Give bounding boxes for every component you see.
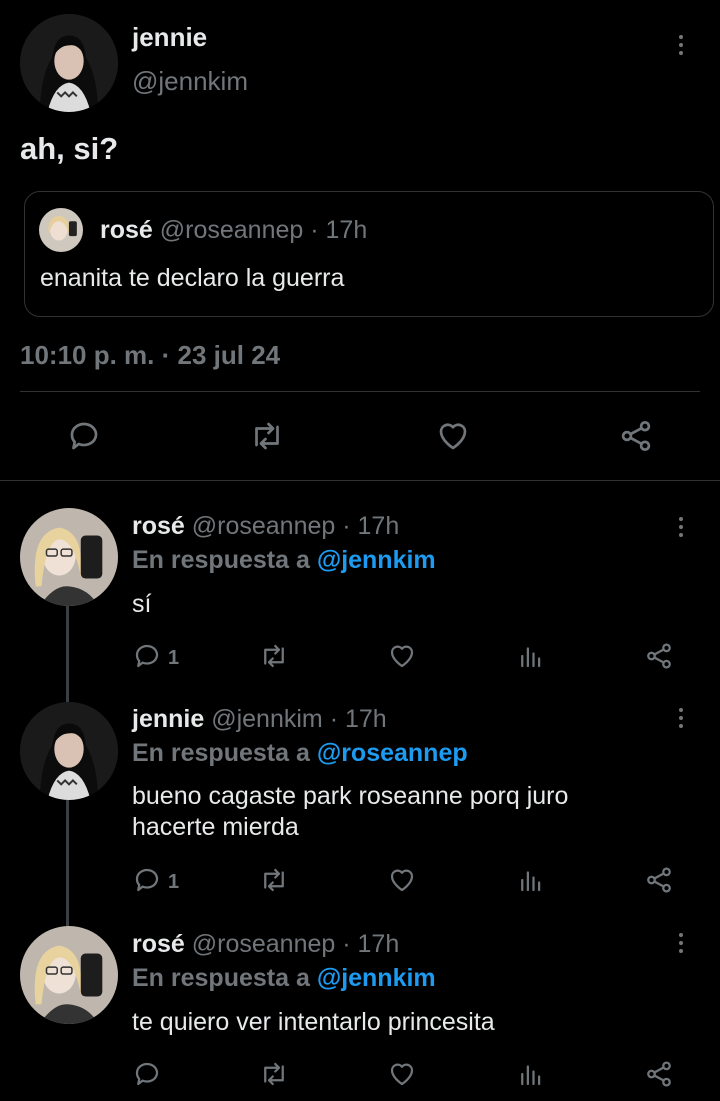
more-icon[interactable] [675,515,687,539]
quote-time: · 17h [310,216,368,244]
reply2-time: · 17h [329,705,387,733]
more-icon[interactable] [675,706,687,730]
reply2-text-line2: hacerte mierda [132,813,299,841]
thread-line [66,606,69,702]
retweet-icon[interactable] [258,641,290,671]
main-author-handle[interactable]: @jennkim [132,66,248,97]
views-icon[interactable] [516,641,546,671]
reply3-reply-prefix: En respuesta a [132,964,310,992]
reply1-author-name[interactable]: rosé [132,512,185,540]
reply2-reply-prefix: En respuesta a [132,739,310,767]
main-tweet-text: ah, si? [20,131,119,166]
avatar-rose[interactable] [20,926,118,1024]
more-icon[interactable] [675,931,687,955]
quote-avatar-rose [39,208,83,252]
reply3-author-handle[interactable]: @roseannep [192,930,336,958]
avatar-jennie[interactable] [20,14,118,112]
retweet-icon[interactable] [248,418,286,454]
avatar-rose[interactable] [20,508,118,606]
reply3-author-name[interactable]: rosé [132,930,185,958]
share-icon[interactable] [644,641,674,671]
reply-icon[interactable] [66,418,102,454]
more-icon[interactable] [675,33,687,57]
reply1-text: sí [132,590,152,618]
views-icon[interactable] [516,865,546,895]
reply2-text-line1: bueno cagaste park roseanne porq juro [132,782,569,810]
avatar-jennie[interactable] [20,702,118,800]
thread-line [66,800,69,926]
reply3-text: te quiero ver intentarlo princesita [132,1008,495,1036]
reply1-reply-prefix: En respuesta a [132,546,310,574]
share-icon[interactable] [644,865,674,895]
quote-author-handle: @roseannep [159,216,304,244]
reply1-author-handle[interactable]: @roseannep [192,512,336,540]
share-icon[interactable] [644,1059,674,1089]
reply1-reply-to[interactable]: @jennkim [317,546,436,574]
reply1-reply-count: 1 [168,647,180,669]
reply3-time: · 17h [342,930,400,958]
reply-icon[interactable] [132,865,162,895]
reply2-reply-to[interactable]: @roseannep [317,739,468,767]
like-icon[interactable] [386,641,418,671]
reply2-author-handle[interactable]: @jennkim [211,705,323,733]
main-author-name[interactable]: jennie [132,22,207,53]
like-icon[interactable] [386,865,418,895]
main-tweet-timestamp[interactable]: 10:10 p. m. · 23 jul 24 [20,340,280,371]
quote-text: enanita te declaro la guerra [40,264,345,292]
retweet-icon[interactable] [258,865,290,895]
share-icon[interactable] [617,418,655,454]
quote-author-name: rosé [100,216,153,244]
retweet-icon[interactable] [258,1059,290,1089]
reply2-reply-count: 1 [168,871,180,893]
divider [20,391,700,392]
like-icon[interactable] [386,1059,418,1089]
like-icon[interactable] [434,418,472,454]
section-divider [0,480,720,481]
reply1-time: · 17h [342,512,400,540]
reply-icon[interactable] [132,641,162,671]
reply3-reply-to[interactable]: @jennkim [317,964,436,992]
quoted-tweet[interactable]: rosé @roseannep · 17h enanita te declaro… [24,191,714,317]
views-icon[interactable] [516,1059,546,1089]
reply2-author-name[interactable]: jennie [132,705,204,733]
reply-icon[interactable] [132,1059,162,1089]
